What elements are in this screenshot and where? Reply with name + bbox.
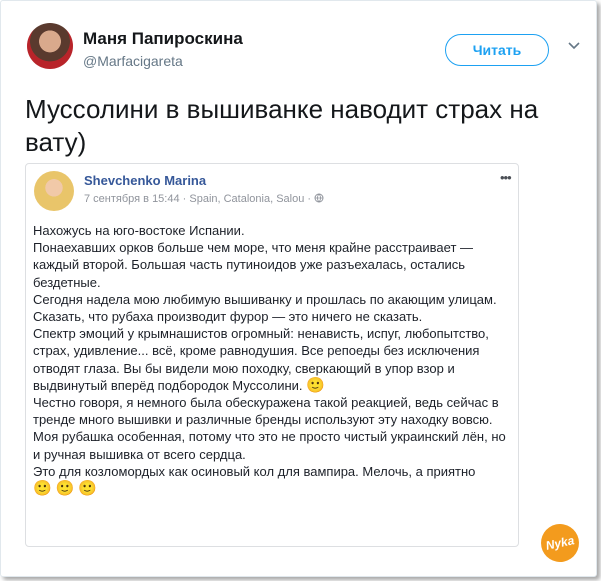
author-handle[interactable]: @Marfacigareta — [83, 53, 183, 69]
smile-emoji-icon: 🙂 — [33, 480, 52, 498]
fb-paragraph: Это для козломордых как осиновый кол для… — [33, 463, 476, 479]
tweet-text: Муссолини в вышиванке наводит страх на в… — [25, 94, 539, 157]
more-options-icon[interactable]: ••• — [500, 170, 512, 185]
fb-post-body: Нахожусь на юго-востоке Испании. Понаеха… — [33, 222, 513, 497]
author-name[interactable]: Маня Папироскина — [83, 29, 243, 49]
fb-paragraph: Честно говоря, я немного была обескураже… — [33, 395, 499, 428]
fb-paragraph: Сегодня надела мою любимую вышиванку и п… — [33, 291, 497, 325]
fb-paragraph: Нахожусь на юго-востоке Испании. — [33, 223, 245, 238]
smile-emoji-icon: 🙂 — [306, 376, 325, 394]
fb-author-name[interactable]: Shevchenko Marina — [84, 173, 206, 188]
globe-icon — [314, 193, 324, 203]
fb-paragraph: Понаехавших орков больше чем море, что м… — [33, 240, 474, 290]
watermark-logo: Nyka — [537, 520, 583, 566]
fb-post-meta-text: 7 сентября в 15:44 · Spain, Catalonia, S… — [84, 193, 312, 205]
fb-paragraph-text: Спектр эмоций у крымнашистов огромный: н… — [33, 326, 489, 393]
chevron-down-icon[interactable] — [567, 39, 581, 53]
fb-paragraph: Моя рубашка особенная, потому что это не… — [33, 429, 506, 462]
fb-post-meta: 7 сентября в 15:44 · Spain, Catalonia, S… — [84, 193, 324, 205]
fb-emoji-row: 🙂 🙂 🙂 — [33, 480, 513, 497]
fb-author-avatar[interactable] — [34, 171, 74, 211]
fb-paragraph: Спектр эмоций у крымнашистов огромный: н… — [33, 325, 513, 394]
smile-emoji-icon: 🙂 — [55, 480, 75, 498]
embedded-facebook-post: Shevchenko Marina 7 сентября в 15:44 · S… — [25, 163, 519, 547]
tweet-embed-card: Маня Папироскина @Marfacigareta Читать М… — [0, 0, 597, 577]
author-avatar[interactable] — [27, 23, 73, 69]
smile-emoji-icon: 🙂 — [78, 480, 98, 498]
follow-button[interactable]: Читать — [445, 34, 549, 66]
